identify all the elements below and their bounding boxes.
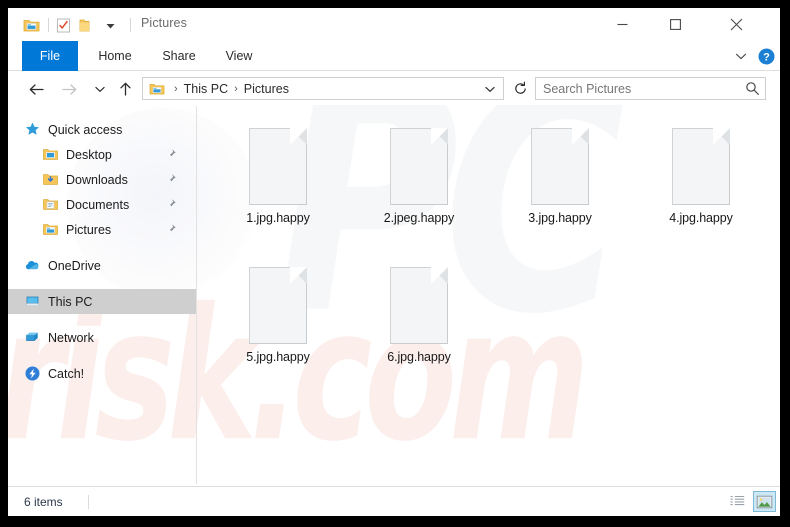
file-item[interactable]: 4.jpg.happy bbox=[633, 128, 769, 225]
breadcrumb-folder-icon[interactable] bbox=[149, 81, 165, 97]
search-input[interactable] bbox=[536, 81, 739, 96]
sidebar-item-catch[interactable]: Catch! bbox=[8, 361, 196, 386]
file-name: 4.jpg.happy bbox=[669, 211, 733, 225]
minimize-button[interactable] bbox=[600, 8, 645, 41]
breadcrumb-bar[interactable]: › This PC › Pictures bbox=[142, 77, 504, 100]
sidebar-label: This PC bbox=[48, 294, 93, 309]
file-name: 3.jpg.happy bbox=[528, 211, 592, 225]
tab-share[interactable]: Share bbox=[150, 41, 208, 71]
folder-pictures-icon bbox=[42, 221, 59, 238]
folder-downloads-icon bbox=[42, 171, 59, 188]
close-button[interactable] bbox=[714, 8, 759, 41]
generic-file-icon bbox=[531, 128, 589, 205]
sidebar-label: OneDrive bbox=[48, 258, 101, 273]
breadcrumb-separator-1: › bbox=[234, 82, 238, 95]
sidebar-item-desktop[interactable]: Desktop bbox=[8, 142, 196, 167]
search-icon[interactable] bbox=[739, 81, 765, 96]
sidebar-item-pictures[interactable]: Pictures bbox=[8, 217, 196, 242]
status-bar: 6 items bbox=[8, 486, 780, 516]
pin-icon[interactable] bbox=[165, 223, 177, 235]
sidebar-label: Desktop bbox=[66, 147, 112, 162]
details-view-button[interactable] bbox=[726, 491, 749, 512]
sidebar-label: Quick access bbox=[48, 122, 123, 137]
explorer-window: PC risk.com bbox=[8, 8, 780, 516]
ribbon-expand-button[interactable] bbox=[729, 41, 753, 71]
pin-icon[interactable] bbox=[165, 148, 177, 160]
file-list-pane[interactable]: 1.jpg.happy 2.jpeg.happy 3.jpg.happy 4.j… bbox=[198, 106, 780, 484]
sidebar-item-this-pc[interactable]: This PC bbox=[8, 289, 196, 314]
up-button[interactable] bbox=[112, 76, 138, 102]
help-question-icon[interactable]: ? bbox=[756, 41, 776, 71]
star-icon bbox=[24, 121, 41, 138]
generic-file-icon bbox=[672, 128, 730, 205]
pin-icon[interactable] bbox=[165, 173, 177, 185]
new-folder-icon[interactable] bbox=[75, 16, 94, 35]
folder-pictures-icon[interactable] bbox=[22, 16, 41, 35]
file-item[interactable]: 5.jpg.happy bbox=[210, 267, 346, 364]
sidebar-item-quick-access[interactable]: Quick access bbox=[8, 117, 196, 142]
navigation-pane: Quick access Desktop Downloads Documents… bbox=[8, 106, 197, 484]
explorer-body: Quick access Desktop Downloads Documents… bbox=[8, 106, 780, 484]
search-box[interactable] bbox=[535, 77, 766, 100]
address-bar: › This PC › Pictures bbox=[8, 72, 780, 105]
breadcrumb-this-pc[interactable]: This PC bbox=[184, 82, 228, 96]
item-count-label: 6 items bbox=[24, 495, 63, 509]
svg-text:?: ? bbox=[763, 51, 770, 63]
sidebar-item-downloads[interactable]: Downloads bbox=[8, 167, 196, 192]
file-name: 2.jpeg.happy bbox=[383, 211, 455, 225]
sidebar-label: Network bbox=[48, 330, 94, 345]
file-name: 5.jpg.happy bbox=[246, 350, 310, 364]
generic-file-icon bbox=[249, 128, 307, 205]
sidebar-item-documents[interactable]: Documents bbox=[8, 192, 196, 217]
file-item[interactable]: 1.jpg.happy bbox=[210, 128, 346, 225]
customize-qat-chevron-icon[interactable] bbox=[101, 16, 120, 35]
breadcrumb-dropdown-icon[interactable] bbox=[483, 82, 497, 101]
generic-file-icon bbox=[390, 128, 448, 205]
recent-locations-button[interactable] bbox=[87, 76, 113, 102]
file-item[interactable]: 6.jpg.happy bbox=[351, 267, 487, 364]
sidebar-item-network[interactable]: Network bbox=[8, 325, 196, 350]
ribbon-tab-bar: File Home Share View ? bbox=[8, 41, 780, 71]
tab-home[interactable]: Home bbox=[86, 41, 144, 71]
tab-file[interactable]: File bbox=[22, 41, 78, 71]
sidebar-label: Documents bbox=[66, 197, 130, 212]
pin-icon[interactable] bbox=[165, 198, 177, 210]
file-item[interactable]: 3.jpg.happy bbox=[492, 128, 628, 225]
generic-file-icon bbox=[249, 267, 307, 344]
refresh-button[interactable] bbox=[509, 77, 531, 100]
computer-icon bbox=[24, 293, 41, 310]
file-item[interactable]: 2.jpeg.happy bbox=[351, 128, 487, 225]
network-icon bbox=[24, 329, 41, 346]
properties-icon[interactable] bbox=[54, 16, 73, 35]
breadcrumb-pictures[interactable]: Pictures bbox=[244, 82, 289, 96]
cloud-icon bbox=[24, 257, 41, 274]
sidebar-label: Pictures bbox=[66, 222, 112, 237]
file-name: 1.jpg.happy bbox=[246, 211, 310, 225]
folder-desktop-icon bbox=[42, 146, 59, 163]
breadcrumb-separator-0: › bbox=[174, 82, 178, 95]
folder-documents-icon bbox=[42, 196, 59, 213]
tab-view[interactable]: View bbox=[213, 41, 265, 71]
sidebar-label: Catch! bbox=[48, 366, 85, 381]
catch-app-icon bbox=[24, 365, 41, 382]
qat-divider bbox=[48, 18, 49, 32]
file-name: 6.jpg.happy bbox=[387, 350, 451, 364]
large-icons-view-button[interactable] bbox=[753, 491, 776, 512]
generic-file-icon bbox=[390, 267, 448, 344]
title-bar: Pictures bbox=[8, 8, 780, 41]
forward-button[interactable] bbox=[56, 76, 82, 102]
quick-access-toolbar bbox=[22, 15, 136, 35]
sidebar-item-onedrive[interactable]: OneDrive bbox=[8, 253, 196, 278]
window-title: Pictures bbox=[141, 16, 187, 30]
maximize-button[interactable] bbox=[653, 8, 698, 41]
status-divider bbox=[88, 495, 89, 509]
sidebar-label: Downloads bbox=[66, 172, 128, 187]
qat-divider-2 bbox=[130, 18, 131, 32]
back-button[interactable] bbox=[23, 76, 49, 102]
